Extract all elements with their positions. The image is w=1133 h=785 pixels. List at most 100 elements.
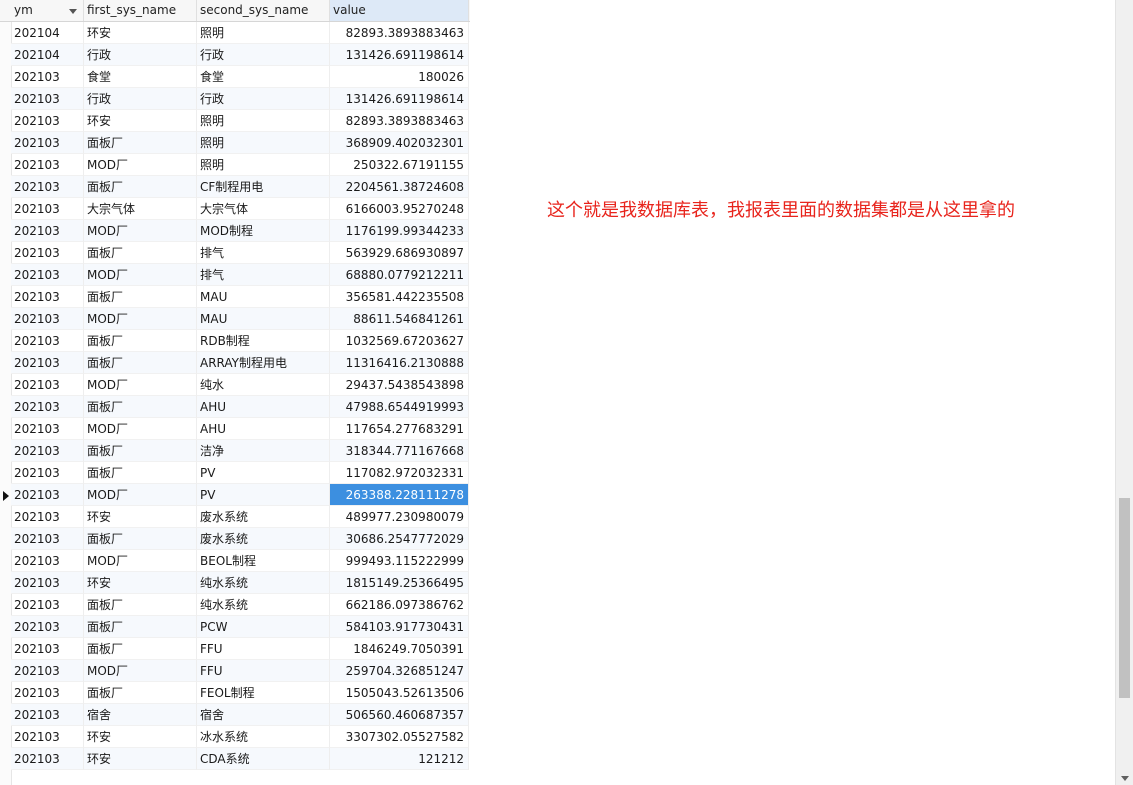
cell-first-sys-name[interactable]: MOD厂 bbox=[84, 660, 197, 682]
table-row[interactable]: 202103 面板厂 废水系统 30686.2547772029 bbox=[0, 528, 470, 550]
cell-second-sys-name[interactable]: FFU bbox=[197, 660, 330, 682]
cell-ym[interactable]: 202103 bbox=[11, 726, 84, 748]
table-row[interactable]: 202103 面板厂 FEOL制程 1505043.52613506 bbox=[0, 682, 470, 704]
cell-value[interactable]: 563929.686930897 bbox=[330, 242, 469, 264]
cell-first-sys-name[interactable]: 面板厂 bbox=[84, 682, 197, 704]
cell-value[interactable]: 1176199.99344233 bbox=[330, 220, 469, 242]
cell-value[interactable]: 1032569.67203627 bbox=[330, 330, 469, 352]
table-row[interactable]: 202103 面板厂 ARRAY制程用电 11316416.2130888 bbox=[0, 352, 470, 374]
cell-ym[interactable]: 202103 bbox=[11, 330, 84, 352]
table-row[interactable]: 202103 MOD厂 MOD制程 1176199.99344233 bbox=[0, 220, 470, 242]
table-row[interactable]: 202103 环安 废水系统 489977.230980079 bbox=[0, 506, 470, 528]
cell-first-sys-name[interactable]: MOD厂 bbox=[84, 418, 197, 440]
cell-second-sys-name[interactable]: PV bbox=[197, 462, 330, 484]
cell-first-sys-name[interactable]: 宿舍 bbox=[84, 704, 197, 726]
table-row[interactable]: 202103 宿舍 宿舍 506560.460687357 bbox=[0, 704, 470, 726]
cell-value[interactable]: 263388.228111278 bbox=[330, 484, 469, 506]
cell-ym[interactable]: 202103 bbox=[11, 264, 84, 286]
cell-second-sys-name[interactable]: MAU bbox=[197, 286, 330, 308]
table-row[interactable]: 202103 环安 冰水系统 3307302.05527582 bbox=[0, 726, 470, 748]
cell-first-sys-name[interactable]: 面板厂 bbox=[84, 528, 197, 550]
cell-ym[interactable]: 202103 bbox=[11, 176, 84, 198]
cell-ym[interactable]: 202103 bbox=[11, 88, 84, 110]
cell-first-sys-name[interactable]: 面板厂 bbox=[84, 352, 197, 374]
cell-ym[interactable]: 202103 bbox=[11, 198, 84, 220]
cell-value[interactable]: 2204561.38724608 bbox=[330, 176, 469, 198]
table-row[interactable]: 202104 行政 行政 131426.691198614 bbox=[0, 44, 470, 66]
cell-value[interactable]: 82893.3893883463 bbox=[330, 110, 469, 132]
cell-ym[interactable]: 202104 bbox=[11, 44, 84, 66]
cell-second-sys-name[interactable]: 排气 bbox=[197, 264, 330, 286]
cell-value[interactable]: 1815149.25366495 bbox=[330, 572, 469, 594]
cell-second-sys-name[interactable]: 照明 bbox=[197, 110, 330, 132]
cell-second-sys-name[interactable]: CDA系统 bbox=[197, 748, 330, 770]
cell-ym[interactable]: 202103 bbox=[11, 550, 84, 572]
cell-ym[interactable]: 202103 bbox=[11, 484, 84, 506]
cell-second-sys-name[interactable]: PCW bbox=[197, 616, 330, 638]
cell-second-sys-name[interactable]: 照明 bbox=[197, 154, 330, 176]
cell-second-sys-name[interactable]: MOD制程 bbox=[197, 220, 330, 242]
cell-first-sys-name[interactable]: 面板厂 bbox=[84, 440, 197, 462]
table-row[interactable]: 202103 面板厂 纯水系统 662186.097386762 bbox=[0, 594, 470, 616]
cell-second-sys-name[interactable]: AHU bbox=[197, 418, 330, 440]
table-row[interactable]: 202103 面板厂 FFU 1846249.7050391 bbox=[0, 638, 470, 660]
cell-value[interactable]: 117654.277683291 bbox=[330, 418, 469, 440]
table-row[interactable]: 202103 面板厂 CF制程用电 2204561.38724608 bbox=[0, 176, 470, 198]
cell-ym[interactable]: 202103 bbox=[11, 110, 84, 132]
cell-ym[interactable]: 202103 bbox=[11, 506, 84, 528]
cell-first-sys-name[interactable]: 环安 bbox=[84, 748, 197, 770]
cell-first-sys-name[interactable]: 大宗气体 bbox=[84, 198, 197, 220]
table-row[interactable]: 202103 大宗气体 大宗气体 6166003.95270248 bbox=[0, 198, 470, 220]
cell-second-sys-name[interactable]: PV bbox=[197, 484, 330, 506]
cell-ym[interactable]: 202103 bbox=[11, 308, 84, 330]
cell-ym[interactable]: 202103 bbox=[11, 396, 84, 418]
cell-first-sys-name[interactable]: MOD厂 bbox=[84, 264, 197, 286]
cell-value[interactable]: 368909.402032301 bbox=[330, 132, 469, 154]
cell-first-sys-name[interactable]: 面板厂 bbox=[84, 396, 197, 418]
cell-value[interactable]: 1846249.7050391 bbox=[330, 638, 469, 660]
cell-value[interactable]: 180026 bbox=[330, 66, 469, 88]
cell-first-sys-name[interactable]: 环安 bbox=[84, 110, 197, 132]
cell-first-sys-name[interactable]: 行政 bbox=[84, 88, 197, 110]
cell-ym[interactable]: 202103 bbox=[11, 638, 84, 660]
table-row[interactable]: 202103 MOD厂 照明 250322.67191155 bbox=[0, 154, 470, 176]
column-header-second-sys-name[interactable]: second_sys_name bbox=[197, 0, 330, 21]
table-row[interactable]: 202103 面板厂 照明 368909.402032301 bbox=[0, 132, 470, 154]
table-row[interactable]: 202104 环安 照明 82893.3893883463 bbox=[0, 22, 470, 44]
cell-first-sys-name[interactable]: 面板厂 bbox=[84, 616, 197, 638]
cell-second-sys-name[interactable]: 宿舍 bbox=[197, 704, 330, 726]
table-row[interactable]: 202103 环安 CDA系统 121212 bbox=[0, 748, 470, 770]
column-header-first-sys-name[interactable]: first_sys_name bbox=[84, 0, 197, 21]
cell-value[interactable]: 88611.546841261 bbox=[330, 308, 469, 330]
cell-ym[interactable]: 202103 bbox=[11, 660, 84, 682]
cell-second-sys-name[interactable]: AHU bbox=[197, 396, 330, 418]
cell-value[interactable]: 356581.442235508 bbox=[330, 286, 469, 308]
cell-first-sys-name[interactable]: 面板厂 bbox=[84, 286, 197, 308]
cell-second-sys-name[interactable]: 行政 bbox=[197, 44, 330, 66]
cell-value[interactable]: 82893.3893883463 bbox=[330, 22, 469, 44]
cell-value[interactable]: 250322.67191155 bbox=[330, 154, 469, 176]
table-row[interactable]: 202103 MOD厂 BEOL制程 999493.115222999 bbox=[0, 550, 470, 572]
cell-value[interactable]: 131426.691198614 bbox=[330, 44, 469, 66]
cell-ym[interactable]: 202103 bbox=[11, 594, 84, 616]
cell-value[interactable]: 11316416.2130888 bbox=[330, 352, 469, 374]
cell-first-sys-name[interactable]: 行政 bbox=[84, 44, 197, 66]
column-header-value[interactable]: value bbox=[330, 0, 469, 21]
cell-ym[interactable]: 202103 bbox=[11, 374, 84, 396]
cell-second-sys-name[interactable]: 纯水系统 bbox=[197, 572, 330, 594]
cell-first-sys-name[interactable]: 食堂 bbox=[84, 66, 197, 88]
cell-ym[interactable]: 202103 bbox=[11, 572, 84, 594]
cell-value[interactable]: 999493.115222999 bbox=[330, 550, 469, 572]
data-grid[interactable]: ym first_sys_name second_sys_name value … bbox=[0, 0, 470, 785]
cell-ym[interactable]: 202103 bbox=[11, 242, 84, 264]
table-row[interactable]: 202103 MOD厂 纯水 29437.5438543898 bbox=[0, 374, 470, 396]
cell-ym[interactable]: 202103 bbox=[11, 220, 84, 242]
table-row[interactable]: 202103 MOD厂 FFU 259704.326851247 bbox=[0, 660, 470, 682]
cell-first-sys-name[interactable]: 面板厂 bbox=[84, 132, 197, 154]
cell-first-sys-name[interactable]: 环安 bbox=[84, 22, 197, 44]
cell-second-sys-name[interactable]: BEOL制程 bbox=[197, 550, 330, 572]
table-row[interactable]: 202103 面板厂 RDB制程 1032569.67203627 bbox=[0, 330, 470, 352]
cell-second-sys-name[interactable]: 行政 bbox=[197, 88, 330, 110]
cell-ym[interactable]: 202103 bbox=[11, 154, 84, 176]
cell-second-sys-name[interactable]: FFU bbox=[197, 638, 330, 660]
